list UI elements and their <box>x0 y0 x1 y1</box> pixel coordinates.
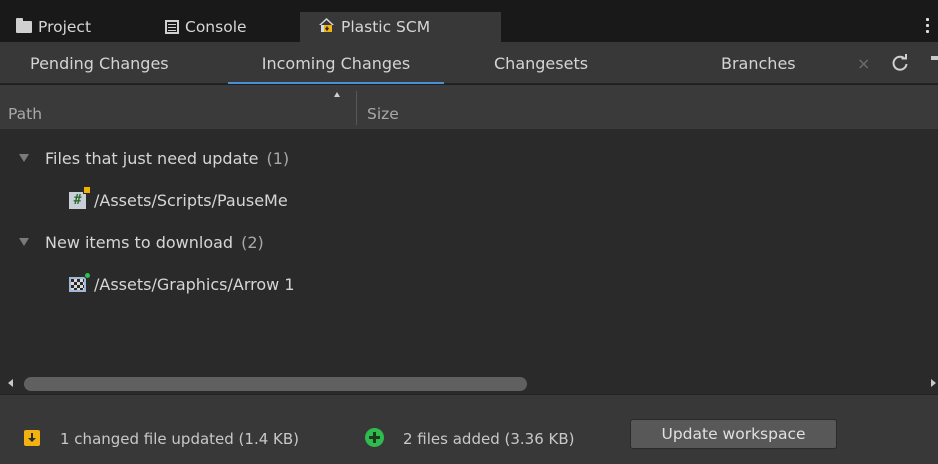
tab-changesets-label: Changesets <box>494 53 589 73</box>
file-path: /Assets/Scripts/PauseMe <box>94 190 288 210</box>
plastic-scm-icon <box>318 17 335 37</box>
file-path: /Assets/Graphics/Arrow 1 <box>94 274 295 294</box>
update-workspace-button[interactable]: Update workspace <box>630 419 837 449</box>
added-files-summary: 2 files added (3.36 KB) <box>403 430 575 448</box>
tree-file-row[interactable]: /Assets/Graphics/Arrow 1 <box>0 263 938 305</box>
console-icon <box>165 20 179 34</box>
column-divider[interactable] <box>356 91 357 125</box>
update-download-icon <box>24 430 40 446</box>
tree-file-row[interactable]: # /Assets/Scripts/PauseMe <box>0 179 938 221</box>
scrollbar-thumb[interactable] <box>24 377 527 391</box>
column-size[interactable]: Size <box>367 105 399 123</box>
column-header: Path Size <box>0 85 938 129</box>
refresh-button[interactable] <box>880 42 920 84</box>
window-menu-icon[interactable] <box>926 18 930 36</box>
tab-project-label: Project <box>38 18 92 36</box>
group-count: (2) <box>241 232 264 252</box>
plastic-subtab-bar: Pending Changes Incoming Changes Changes… <box>0 42 938 84</box>
group-label: New items to download <box>45 232 234 252</box>
tab-branches-label: Branches <box>721 53 796 73</box>
tab-pending-changes[interactable]: Pending Changes <box>30 42 169 84</box>
tab-project[interactable]: Project <box>16 12 91 42</box>
tab-console[interactable]: Console <box>165 12 247 42</box>
tree-group-row[interactable]: Files that just need update (1) <box>0 137 938 179</box>
tab-pending-changes-label: Pending Changes <box>30 53 169 73</box>
tab-incoming-changes-label: Incoming Changes <box>261 53 411 73</box>
tab-console-label: Console <box>185 18 247 36</box>
refresh-icon <box>892 54 908 71</box>
group-label: Files that just need update <box>45 148 259 168</box>
scroll-left-icon[interactable] <box>8 379 13 387</box>
close-icon[interactable]: × <box>857 54 870 73</box>
overflow-indicator <box>931 56 938 60</box>
incoming-changes-tree: Files that just need update (1) # /Asset… <box>0 129 938 374</box>
tab-changesets[interactable]: Changesets <box>494 42 588 84</box>
expand-triangle-icon[interactable] <box>19 238 29 246</box>
status-bar: 1 changed file updated (1.4 KB) 2 files … <box>0 394 938 464</box>
changed-badge-icon <box>83 185 91 194</box>
added-badge-icon <box>84 271 91 279</box>
tab-branches[interactable]: Branches <box>721 42 796 84</box>
horizontal-scrollbar[interactable] <box>0 374 938 394</box>
updated-files-summary: 1 changed file updated (1.4 KB) <box>60 430 300 448</box>
top-strip <box>0 0 938 12</box>
window-tab-bar: Project Console Plastic SCM <box>0 12 938 42</box>
tree-group-row[interactable]: New items to download (2) <box>0 221 938 263</box>
expand-triangle-icon[interactable] <box>19 154 29 162</box>
column-path[interactable]: Path <box>8 105 42 123</box>
scroll-right-icon[interactable] <box>931 379 936 387</box>
folder-icon <box>16 18 32 33</box>
tab-incoming-changes[interactable]: Incoming Changes <box>228 42 444 84</box>
sort-ascending-icon <box>334 92 340 97</box>
active-tab-underline <box>228 82 444 84</box>
tab-plastic-scm-label: Plastic SCM <box>341 18 431 36</box>
image-file-icon <box>69 271 91 292</box>
csharp-script-icon: # <box>69 185 91 209</box>
tab-plastic-scm[interactable]: Plastic SCM <box>300 12 501 42</box>
add-plus-icon <box>365 428 384 447</box>
group-count: (1) <box>266 148 290 168</box>
